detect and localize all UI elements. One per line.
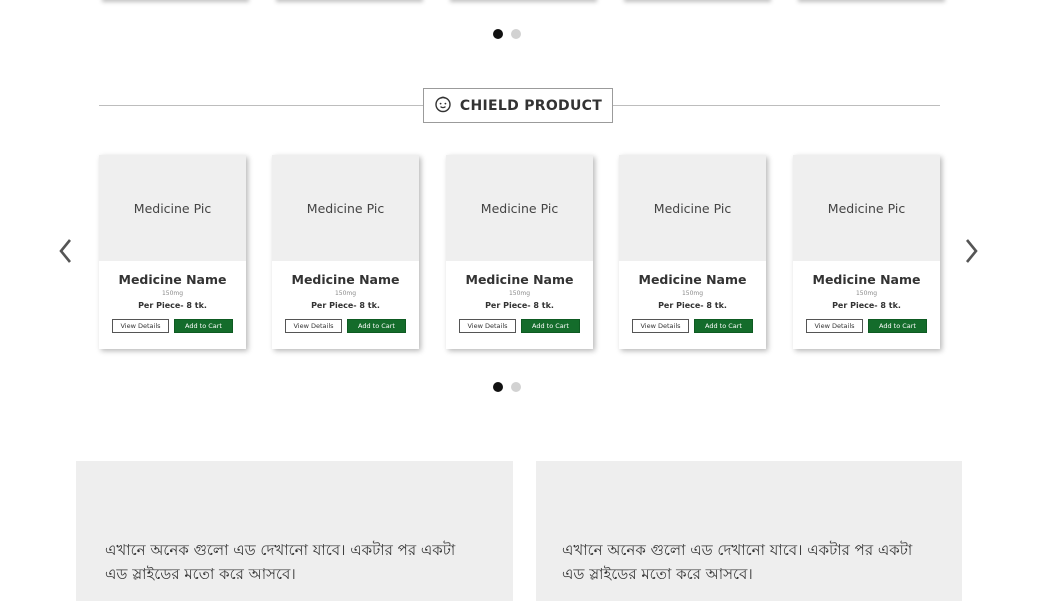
- medicine-price: Per Piece- 8 tk.: [658, 301, 727, 310]
- product-card: Medicine Pic Medicine Name 150mg Per Pie…: [272, 155, 419, 349]
- carousel-dot-1[interactable]: [493, 29, 503, 39]
- medicine-name[interactable]: Medicine Name: [619, 272, 766, 287]
- previous-carousel-dots: [493, 29, 521, 39]
- carousel-prev-button[interactable]: [55, 238, 75, 264]
- add-to-cart-button[interactable]: Add to Cart: [174, 319, 233, 333]
- carousel-dot-2[interactable]: [511, 382, 521, 392]
- medicine-name[interactable]: Medicine Name: [99, 272, 246, 287]
- ad-text: এখানে অনেক গুলো এড দেখানো যাবে। একটার পর…: [105, 538, 455, 586]
- carousel-dots: [493, 382, 521, 392]
- medicine-price: Per Piece- 8 tk.: [311, 301, 380, 310]
- carousel-dot-1[interactable]: [493, 382, 503, 392]
- medicine-dose: 150mg: [334, 290, 357, 297]
- medicine-name[interactable]: Medicine Name: [793, 272, 940, 287]
- medicine-picture-placeholder: Medicine Pic: [793, 155, 940, 261]
- ad-text-line: এখানে অনেক গুলো এড দেখানো যাবে। একটার পর…: [562, 541, 913, 559]
- add-to-cart-button[interactable]: Add to Cart: [694, 319, 753, 333]
- medicine-picture-placeholder: Medicine Pic: [619, 155, 766, 261]
- ad-banner[interactable]: এখানে অনেক গুলো এড দেখানো যাবে। একটার পর…: [536, 461, 962, 601]
- add-to-cart-button[interactable]: Add to Cart: [521, 319, 580, 333]
- medicine-name[interactable]: Medicine Name: [272, 272, 419, 287]
- product-card: Medicine Pic Medicine Name 150mg Per Pie…: [619, 155, 766, 349]
- ad-text: এখানে অনেক গুলো এড দেখানো যাবে। একটার পর…: [562, 538, 912, 586]
- baby-face-icon: [434, 95, 452, 117]
- ad-banner[interactable]: এখানে অনেক গুলো এড দেখানো যাবে। একটার পর…: [76, 461, 513, 601]
- medicine-picture-placeholder: Medicine Pic: [99, 155, 246, 261]
- section-divider-left: [99, 105, 423, 106]
- section-title-box: CHIELD PRODUCT: [423, 88, 613, 123]
- ad-text-line: এড স্লাইডের মতো করে আসবে।: [562, 565, 753, 583]
- ad-text-line: এড স্লাইডের মতো করে আসবে।: [105, 565, 296, 583]
- carousel-dot-2[interactable]: [511, 29, 521, 39]
- medicine-price: Per Piece- 8 tk.: [832, 301, 901, 310]
- medicine-dose: 150mg: [161, 290, 184, 297]
- chevron-left-icon: [59, 239, 72, 263]
- medicine-price: Per Piece- 8 tk.: [485, 301, 554, 310]
- section-title: CHIELD PRODUCT: [459, 97, 603, 114]
- section-divider-right: [613, 105, 940, 106]
- view-details-button[interactable]: View Details: [459, 319, 516, 333]
- view-details-button[interactable]: View Details: [632, 319, 689, 333]
- medicine-dose: 150mg: [855, 290, 878, 297]
- chevron-right-icon: [965, 239, 978, 263]
- view-details-button[interactable]: View Details: [285, 319, 342, 333]
- medicine-picture-placeholder: Medicine Pic: [446, 155, 593, 261]
- view-details-button[interactable]: View Details: [112, 319, 169, 333]
- product-card: Medicine Pic Medicine Name 150mg Per Pie…: [446, 155, 593, 349]
- add-to-cart-button[interactable]: Add to Cart: [868, 319, 927, 333]
- medicine-dose: 150mg: [508, 290, 531, 297]
- medicine-picture-placeholder: Medicine Pic: [272, 155, 419, 261]
- medicine-dose: 150mg: [681, 290, 704, 297]
- medicine-price: Per Piece- 8 tk.: [138, 301, 207, 310]
- view-details-button[interactable]: View Details: [806, 319, 863, 333]
- product-card: Medicine Pic Medicine Name 150mg Per Pie…: [99, 155, 246, 349]
- product-card: Medicine Pic Medicine Name 150mg Per Pie…: [793, 155, 940, 349]
- carousel-next-button[interactable]: [962, 238, 982, 264]
- add-to-cart-button[interactable]: Add to Cart: [347, 319, 406, 333]
- medicine-name[interactable]: Medicine Name: [446, 272, 593, 287]
- ad-text-line: এখানে অনেক গুলো এড দেখানো যাবে। একটার পর…: [105, 541, 456, 559]
